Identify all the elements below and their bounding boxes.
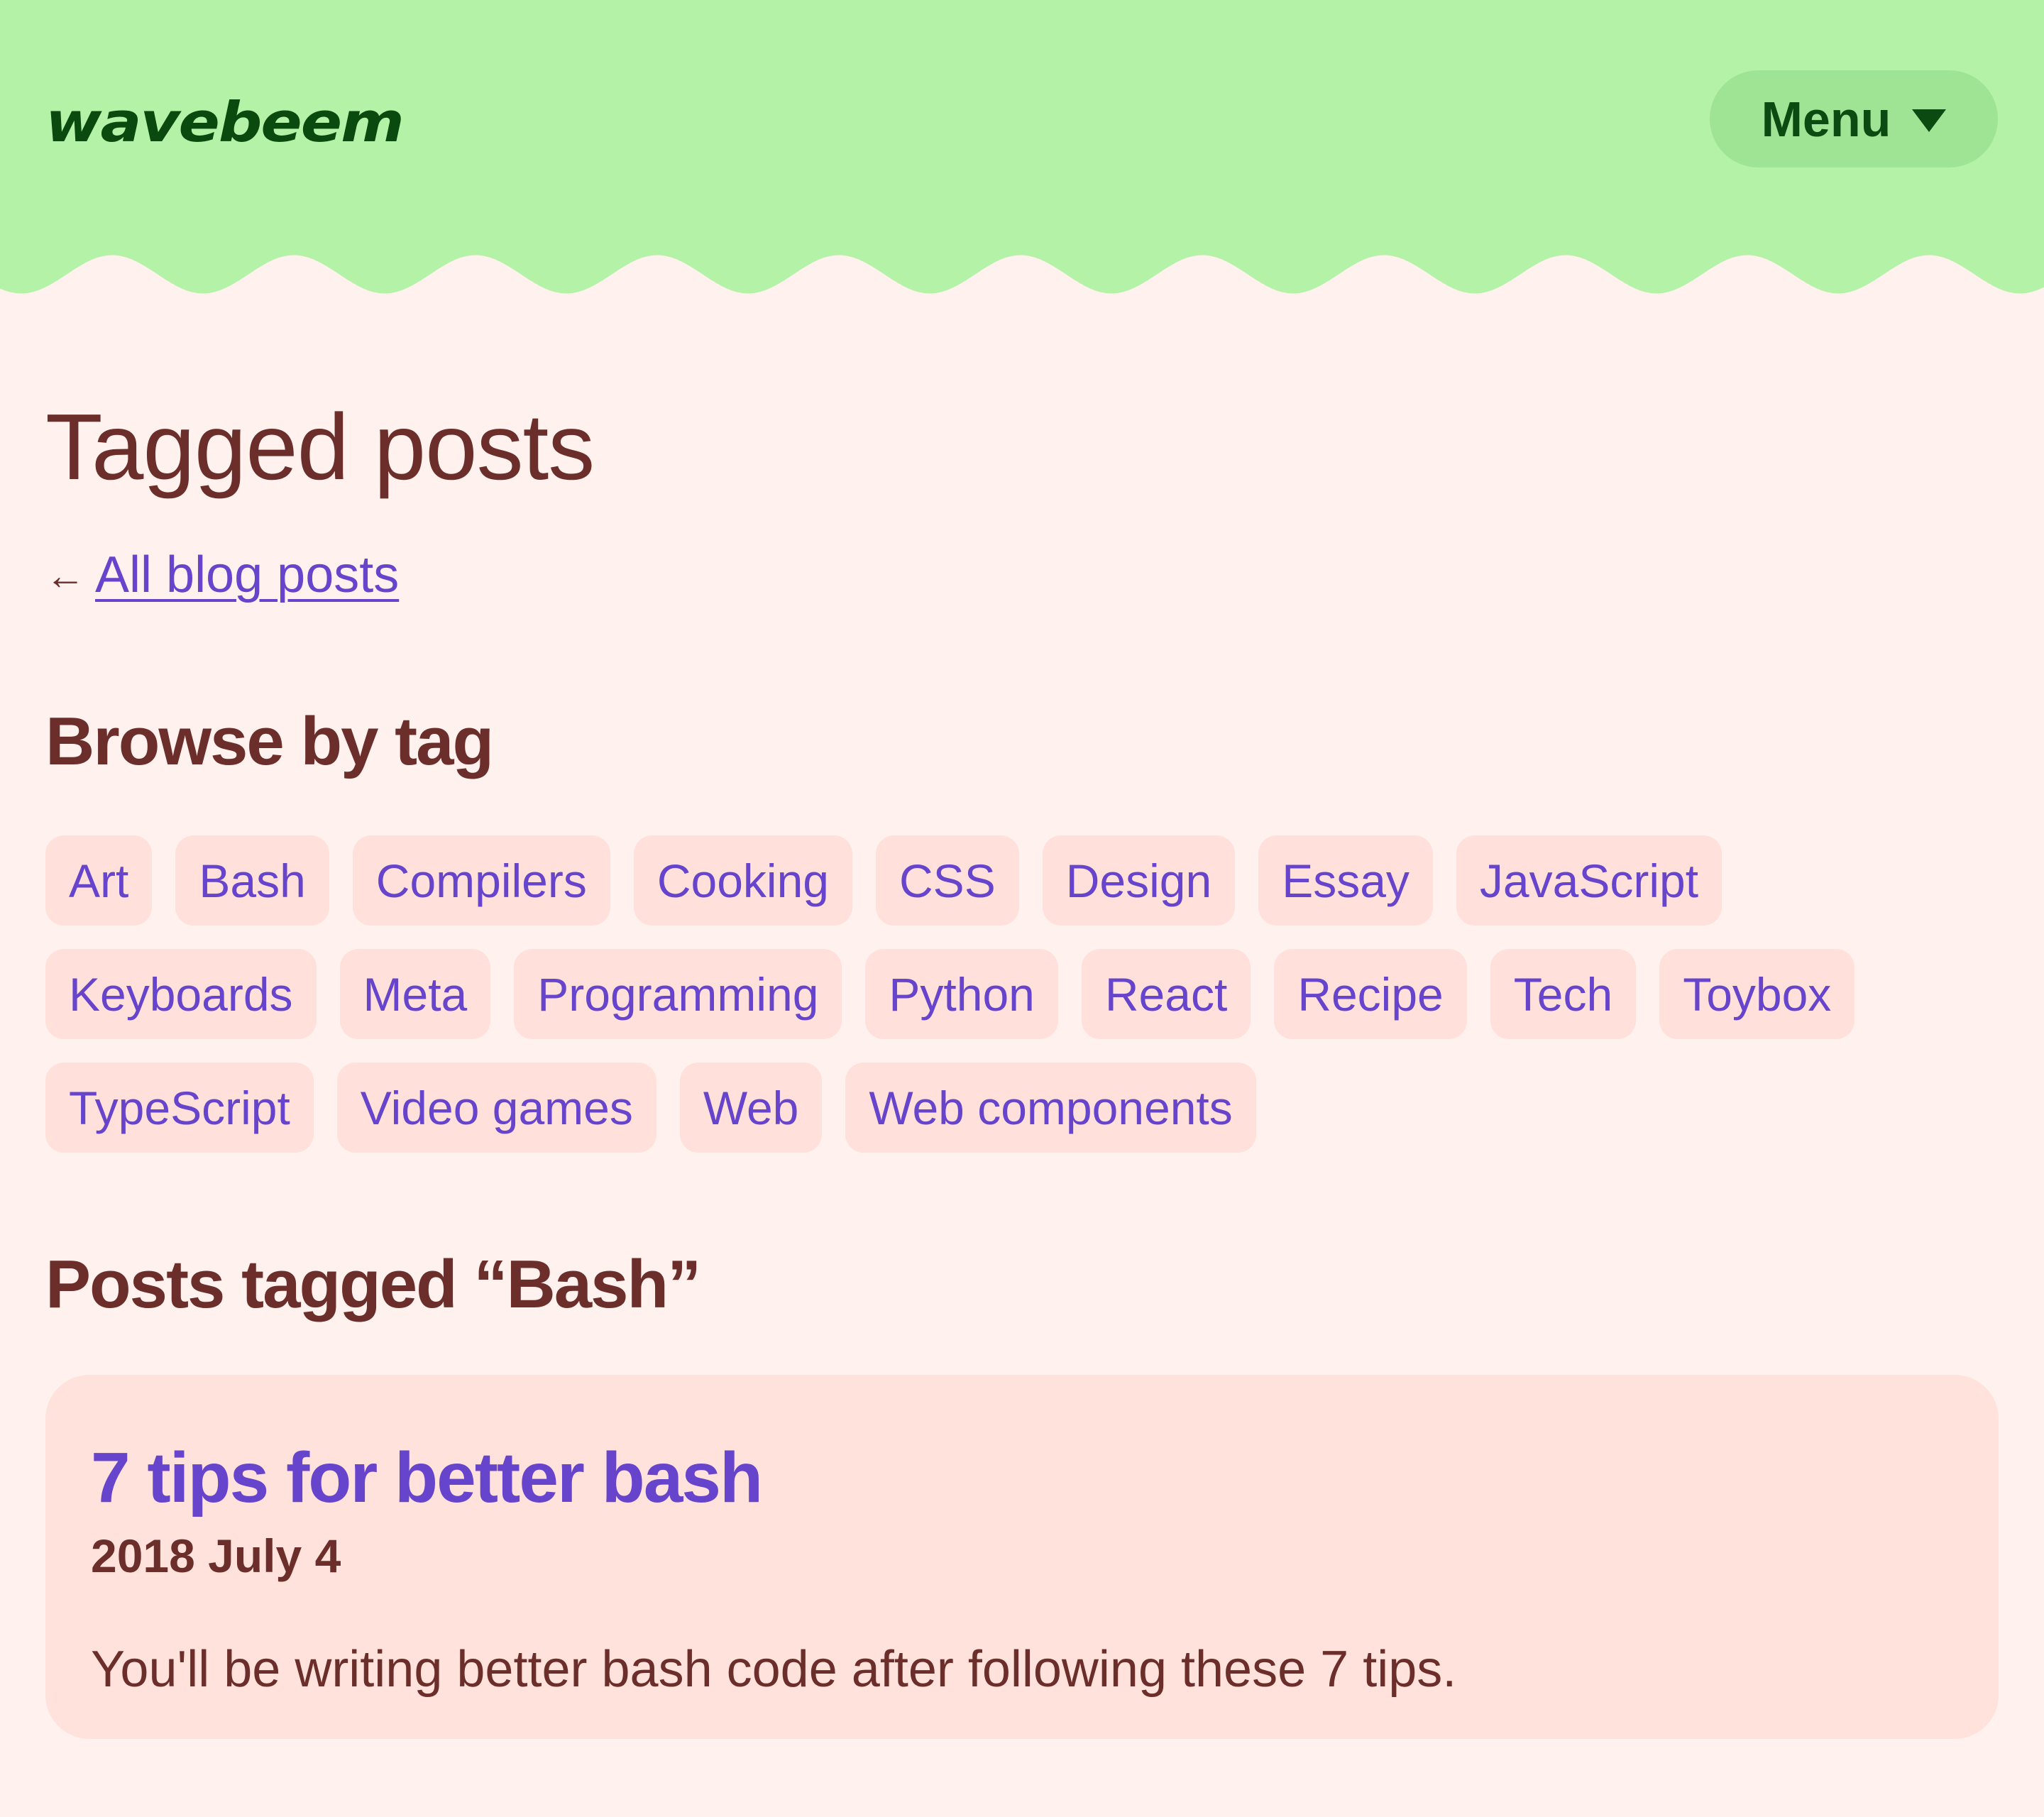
tag-recipe[interactable]: Recipe [1274,949,1467,1039]
page-title: Tagged posts [45,395,595,499]
tag-programming[interactable]: Programming [514,949,842,1039]
site-logo[interactable]: wavebeem [45,88,405,158]
tag-keyboards[interactable]: Keyboards [45,949,317,1039]
back-navigation: ← All blog posts [45,539,399,610]
post-card: 7 tips for better bash 2018 July 4 You'l… [45,1375,1999,1739]
caret-down-icon [1912,109,1947,132]
post-title-link[interactable]: 7 tips for better bash [91,1432,763,1524]
tag-video-games[interactable]: Video games [336,1063,656,1153]
tag-tech[interactable]: Tech [1490,949,1637,1039]
tag-javascript[interactable]: JavaScript [1456,835,1722,926]
site-header: wavebeem Menu [0,0,2044,305]
menu-button-label: Menu [1761,91,1891,147]
tag-typescript[interactable]: TypeScript [45,1063,314,1153]
post-date: 2018 July 4 [91,1530,341,1582]
all-blog-posts-link[interactable]: All blog posts [95,546,399,604]
posts-tagged-heading: Posts tagged “Bash” [45,1246,701,1322]
tag-compilers[interactable]: Compilers [352,835,610,926]
tag-art[interactable]: Art [45,835,153,926]
tag-toybox[interactable]: Toybox [1659,949,1855,1039]
tag-meta[interactable]: Meta [339,949,491,1039]
post-excerpt: You'll be writing better bash code after… [91,1641,1457,1698]
tag-cooking[interactable]: Cooking [633,835,853,926]
menu-button[interactable]: Menu [1710,70,1998,168]
tag-design[interactable]: Design [1042,835,1236,926]
tag-python[interactable]: Python [865,949,1058,1039]
tag-list: Art Bash Compilers Cooking CSS Design Es… [45,835,1999,1153]
arrow-left-icon: ← [45,552,85,598]
tag-react[interactable]: React [1081,949,1251,1039]
tag-web[interactable]: Web [679,1063,823,1153]
tag-web-components[interactable]: Web components [845,1063,1256,1153]
browse-by-tag-heading: Browse by tag [45,703,494,779]
tag-bash[interactable]: Bash [175,835,329,926]
tag-css[interactable]: CSS [876,835,1019,926]
tag-essay[interactable]: Essay [1258,835,1433,926]
